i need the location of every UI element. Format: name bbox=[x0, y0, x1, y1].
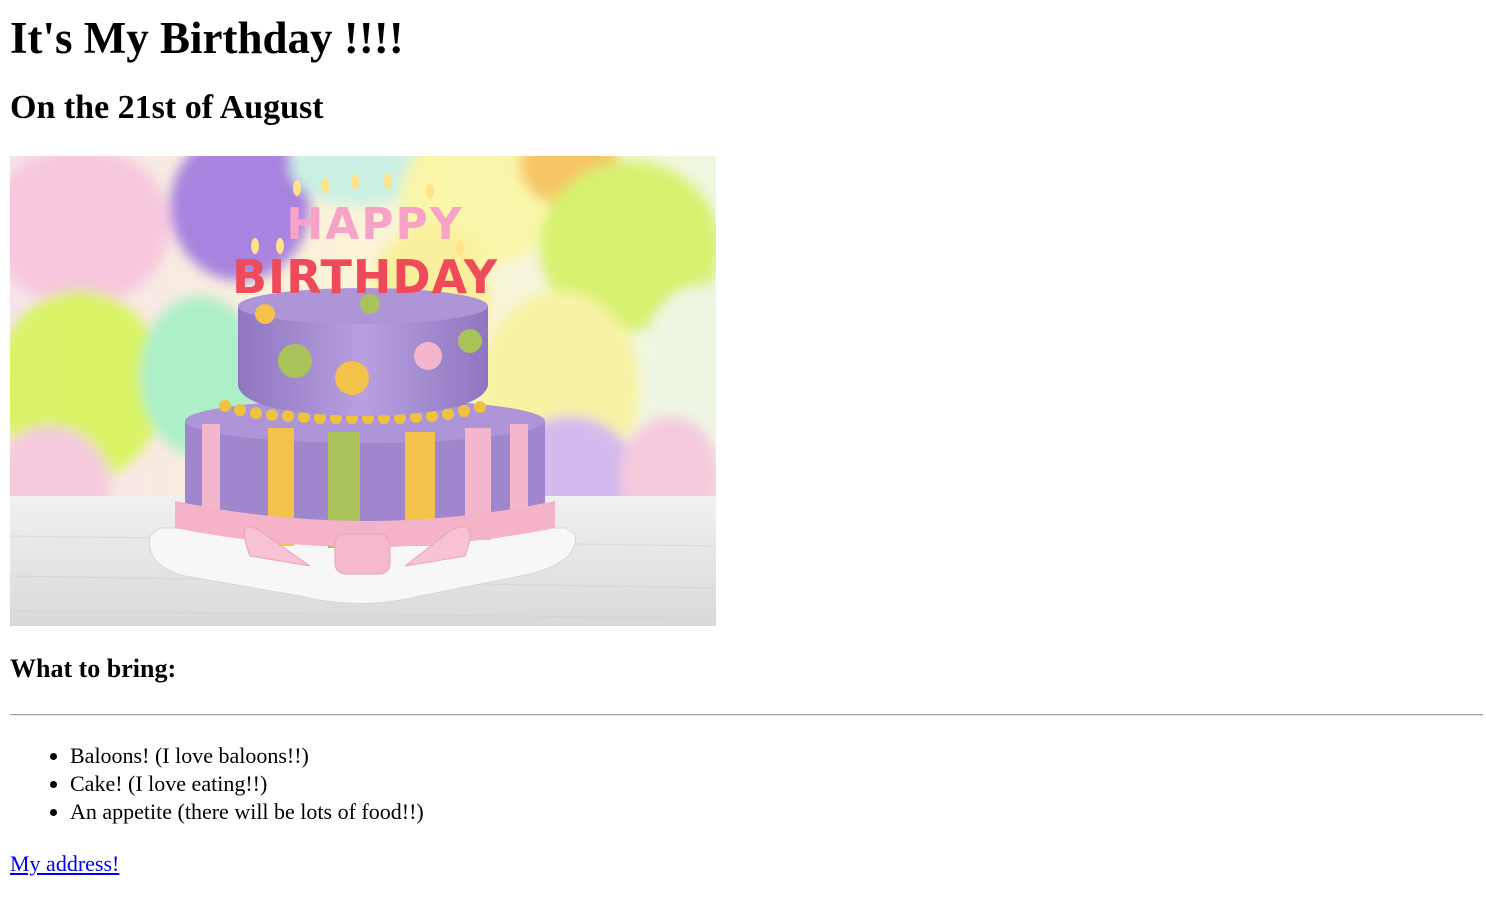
birthday-cake-image: HAPPY BIRTHDAY bbox=[10, 156, 716, 626]
date-subtitle: On the 21st of August bbox=[10, 89, 324, 126]
address-link[interactable]: My address! bbox=[10, 851, 119, 876]
divider bbox=[10, 714, 1483, 716]
page-title: It's My Birthday !!!! bbox=[10, 13, 404, 63]
list-item: Baloons! (I love baloons!!) bbox=[70, 742, 1483, 770]
list-item: An appetite (there will be lots of food!… bbox=[70, 798, 1483, 826]
bring-list: Baloons! (I love baloons!!) Cake! (I lov… bbox=[10, 742, 1483, 826]
list-item: Cake! (I love eating!!) bbox=[70, 770, 1483, 798]
cake-text-happy: HAPPY bbox=[286, 199, 463, 250]
cake-text-birthday: BIRTHDAY bbox=[232, 250, 498, 304]
address-paragraph: My address! bbox=[10, 850, 1483, 878]
what-to-bring-heading: What to bring: bbox=[10, 654, 177, 683]
